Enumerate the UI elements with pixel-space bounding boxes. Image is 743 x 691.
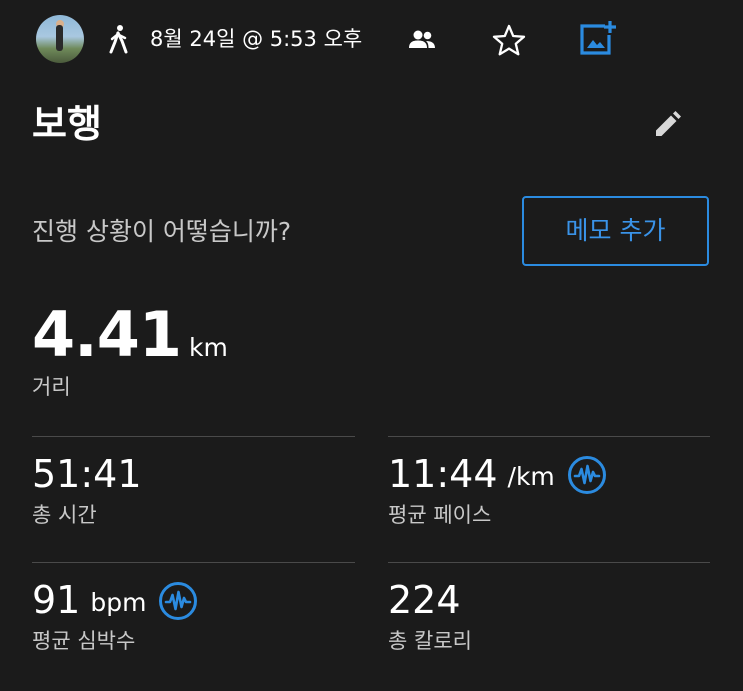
stat-label: 평균 페이스 xyxy=(388,503,492,527)
stat-label: 총 시간 xyxy=(32,503,97,527)
stat-value: 11:44 xyxy=(388,452,498,496)
activity-date-time: 8월 24일 @ 5:53 오후 xyxy=(150,27,363,51)
stat-label: 평균 심박수 xyxy=(32,629,136,653)
distance-value-row: 4.41 km xyxy=(32,300,228,370)
stat-value: 51:41 xyxy=(32,452,142,496)
pulse-chart-icon[interactable] xyxy=(158,581,198,621)
walk-icon xyxy=(109,25,128,54)
avatar[interactable] xyxy=(36,15,84,63)
divider xyxy=(32,562,355,563)
stat-value: 91 xyxy=(32,578,81,622)
stat-total-calories: 224 총 칼로리 xyxy=(388,576,472,656)
stat-value-row: 224 xyxy=(388,576,472,624)
activity-title: 보행 xyxy=(32,102,102,146)
pulse-chart-icon[interactable] xyxy=(567,455,607,495)
distance-value: 4.41 xyxy=(32,298,182,371)
divider xyxy=(388,436,710,437)
stat-label: 총 칼로리 xyxy=(388,629,472,653)
stat-unit: /km xyxy=(507,462,555,491)
avatar-person-body xyxy=(56,25,63,51)
distance-unit: km xyxy=(188,333,228,362)
stat-total-time: 51:41 총 시간 xyxy=(32,450,142,530)
distance-label: 거리 xyxy=(32,375,71,399)
stat-value-row: 91 bpm xyxy=(32,576,198,624)
activity-header: 8월 24일 @ 5:53 오후 xyxy=(0,0,743,80)
stat-unit: bpm xyxy=(90,588,147,617)
stat-average-pace[interactable]: 11:44 /km 평균 페이스 xyxy=(388,450,607,530)
add-photo-icon[interactable] xyxy=(578,20,616,56)
pencil-icon[interactable] xyxy=(652,110,682,140)
stat-value-row: 11:44 /km xyxy=(388,450,607,498)
people-icon[interactable] xyxy=(408,28,436,50)
stat-value-row: 51:41 xyxy=(32,450,142,498)
divider xyxy=(32,436,355,437)
divider xyxy=(388,562,710,563)
star-icon[interactable] xyxy=(492,24,526,56)
add-memo-button[interactable]: 메모 추가 xyxy=(522,196,709,266)
notes-prompt: 진행 상황이 어떻습니까? xyxy=(32,217,292,246)
stat-value: 224 xyxy=(388,578,461,622)
stat-average-heart-rate[interactable]: 91 bpm 평균 심박수 xyxy=(32,576,198,656)
